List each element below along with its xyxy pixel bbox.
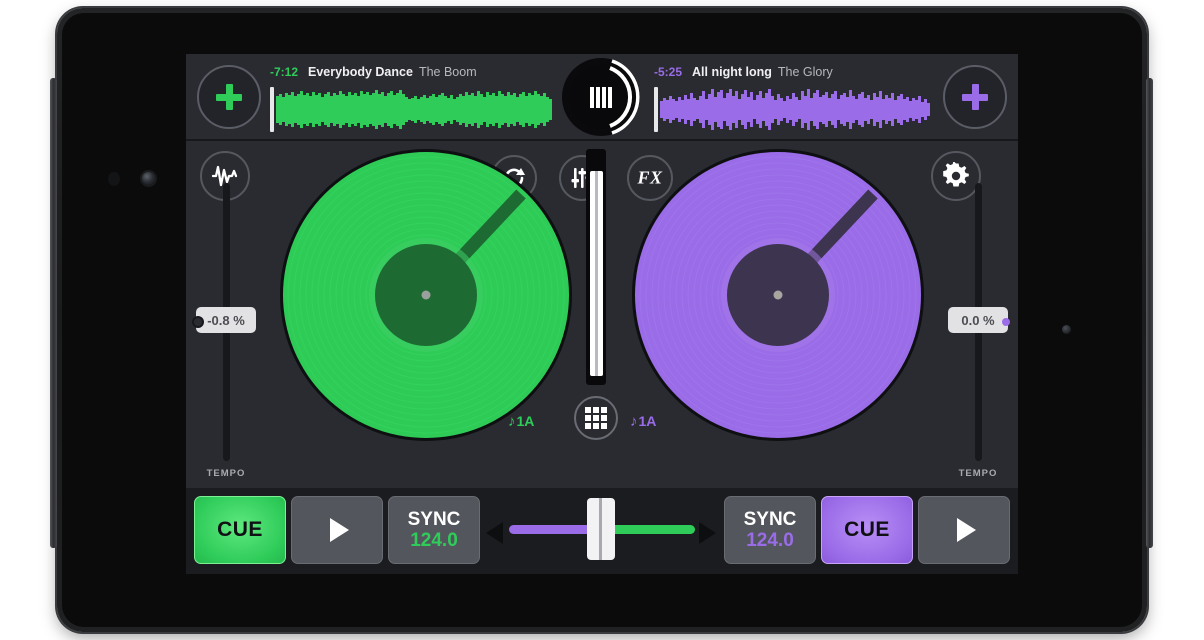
center-fader-line (594, 171, 598, 376)
proximity-sensor (108, 172, 120, 186)
cue-button-left[interactable]: CUE (194, 496, 286, 564)
deck-area: FX -0.8 % TEMPO ♪1A ♪1A 0.0 % TEMPO (186, 141, 1018, 488)
play-button-right[interactable] (918, 496, 1010, 564)
bpm-value-right: 124.0 (746, 529, 794, 551)
cue-button-right[interactable]: CUE (821, 496, 913, 564)
waveform-right[interactable] (654, 87, 944, 132)
grid-pads-icon (585, 407, 607, 429)
pads-button[interactable] (574, 396, 618, 440)
waveform-graphic-left (276, 90, 552, 129)
track-title-right: All night long (692, 65, 772, 79)
time-remaining-right: -5:25 (654, 65, 683, 79)
center-volume-fader[interactable] (582, 149, 610, 385)
track-artist-right: The Glory (777, 65, 833, 79)
plus-icon (216, 84, 242, 110)
track-info-left: -7:12 Everybody Dance The Boom (270, 65, 477, 79)
arrow-left-icon[interactable] (486, 522, 503, 544)
track-title-left: Everybody Dance (308, 65, 413, 79)
play-icon (957, 518, 976, 542)
device-edge-right (1146, 78, 1153, 548)
sync-label-left: SYNC (407, 508, 461, 530)
time-remaining-left: -7:12 (270, 65, 299, 79)
play-icon (330, 518, 349, 542)
device-edge-left (50, 78, 57, 548)
playhead-right[interactable] (654, 87, 658, 132)
track-artist-left: The Boom (418, 65, 477, 79)
tempo-label-left: TEMPO (206, 468, 246, 479)
crossfader[interactable] (482, 496, 720, 564)
waveform-bar: -7:12 Everybody Dance The Boom -5:25 All… (186, 54, 1018, 139)
plus-icon (962, 84, 988, 110)
app-screen: -7:12 Everybody Dance The Boom -5:25 All… (186, 54, 1018, 574)
tempo-fader-right[interactable]: 0.0 % TEMPO (946, 183, 1010, 483)
turntable-deck-b[interactable] (630, 147, 926, 443)
arrow-right-icon[interactable] (699, 522, 716, 544)
tempo-indicator-right (1002, 318, 1010, 326)
key-value-right: 1A (638, 413, 657, 429)
waveform-graphic-right (660, 89, 930, 130)
music-note-icon: ♪ (630, 413, 638, 430)
sync-label-right: SYNC (743, 508, 797, 530)
tempo-value-right[interactable]: 0.0 % (948, 307, 1008, 333)
music-note-icon: ♪ (508, 413, 516, 430)
cue-label-right: CUE (844, 518, 890, 541)
add-track-button-right[interactable] (943, 65, 1007, 129)
bpm-value-left: 124.0 (410, 529, 458, 551)
add-track-button-left[interactable] (197, 65, 261, 129)
vinyl-record-icon[interactable] (562, 58, 640, 136)
track-info-right: -5:25 All night long The Glory (654, 65, 833, 79)
tempo-indicator-left (194, 318, 202, 326)
tempo-value-left[interactable]: -0.8 % (196, 307, 256, 333)
sync-button-left[interactable]: SYNC 124.0 (388, 496, 480, 564)
screenshot-root: -7:12 Everybody Dance The Boom -5:25 All… (0, 0, 1204, 640)
transport-bar: CUE SYNC 124.0 SYNC 124.0 CUE (186, 488, 1018, 574)
tempo-fader-left[interactable]: -0.8 % TEMPO (194, 183, 258, 483)
turntable-deck-a[interactable] (278, 147, 574, 443)
playhead-left[interactable] (270, 87, 274, 132)
cue-label-left: CUE (217, 518, 263, 541)
crossfader-handle[interactable] (587, 498, 615, 560)
sync-button-right[interactable]: SYNC 124.0 (724, 496, 816, 564)
rear-sensor (1062, 325, 1071, 334)
key-indicator-right: ♪1A (630, 413, 656, 430)
key-value-left: 1A (516, 413, 535, 429)
center-fader-handle[interactable] (589, 171, 603, 376)
tempo-label-right: TEMPO (958, 468, 998, 479)
play-button-left[interactable] (291, 496, 383, 564)
front-camera (142, 172, 155, 185)
waveform-left[interactable] (270, 87, 560, 132)
key-indicator-left: ♪1A (508, 413, 534, 430)
